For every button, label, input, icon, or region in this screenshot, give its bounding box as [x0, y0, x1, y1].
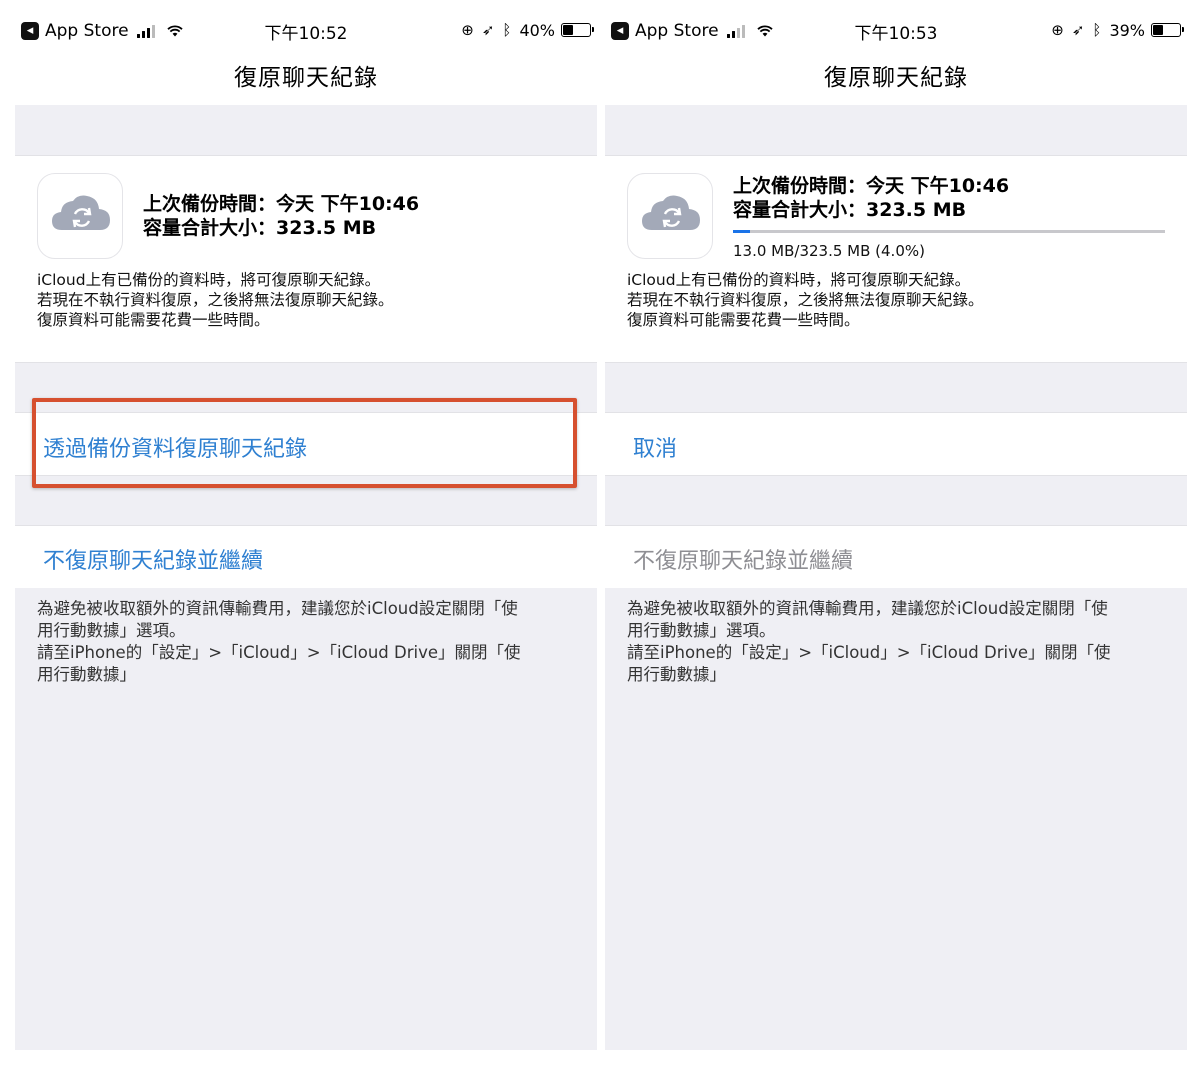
section-spacer: [605, 363, 1187, 412]
footer-line: 為避免被收取額外的資訊傳輸費用，建議您於iCloud設定關閉「使: [37, 599, 518, 618]
progress-fill: [733, 230, 751, 233]
status-right: ⊕ ➶ ᛒ 40%: [461, 19, 594, 41]
battery-icon: [1151, 23, 1184, 37]
divider: [605, 155, 1187, 156]
restore-screen-in-progress: ◂ App Store 下午10:53 ⊕ ➶ ᛒ 39% 復原聊天紀錄 上次備…: [605, 0, 1187, 1050]
restore-screen-before: ◂ App Store 下午10:52 ⊕ ➶ ᛒ 40% 復原聊天紀錄 上次備…: [15, 0, 597, 1050]
backup-info: 上次備份時間：今天 下午10:46 容量合計大小：323.5 MB: [733, 174, 1009, 222]
skip-restore-button-disabled: 不復原聊天紀錄並繼續: [633, 549, 854, 574]
battery-percent: 40%: [519, 20, 555, 40]
battery-icon: [561, 23, 594, 37]
description-line: 若現在不執行資料復原，之後將無法復原聊天紀錄。: [37, 291, 394, 309]
rotation-lock-icon: ⊕: [461, 21, 474, 39]
footer-note: 為避免被收取額外的資訊傳輸費用，建議您於iCloud設定關閉「使 用行動數據」選…: [627, 598, 1172, 686]
footer-line: 請至iPhone的「設定」>「iCloud」>「iCloud Drive」關閉「…: [627, 643, 1111, 662]
cancel-restore-button[interactable]: 取消: [633, 431, 677, 463]
footer-line: 用行動數據」: [627, 665, 726, 684]
divider: [15, 525, 597, 526]
description-line: 復原資料可能需要花費一些時間。: [627, 311, 860, 329]
last-backup-time: 上次備份時間：今天 下午10:46: [143, 193, 420, 215]
page-title: 復原聊天紀錄: [824, 65, 968, 91]
icloud-sync-icon: [37, 173, 123, 259]
location-arrow-icon: ➶: [1071, 21, 1085, 39]
status-bar: ◂ App Store 下午10:53 ⊕ ➶ ᛒ 39%: [605, 0, 1187, 52]
description-line: iCloud上有已備份的資料時，將可復原聊天紀錄。: [37, 271, 381, 289]
restore-progress-bar: [733, 230, 1165, 233]
status-bar: ◂ App Store 下午10:52 ⊕ ➶ ᛒ 40%: [15, 0, 597, 52]
bluetooth-icon: ᛒ: [1092, 21, 1102, 39]
highlight-annotation: [32, 398, 577, 488]
last-backup-time: 上次備份時間：今天 下午10:46: [733, 175, 1010, 197]
backup-total-size: 容量合計大小：323.5 MB: [733, 199, 967, 221]
bluetooth-icon: ᛒ: [502, 21, 512, 39]
section-spacer: [605, 105, 1187, 155]
description-line: iCloud上有已備份的資料時，將可復原聊天紀錄。: [627, 271, 971, 289]
restore-description: iCloud上有已備份的資料時，將可復原聊天紀錄。 若現在不執行資料復原，之後將…: [627, 270, 984, 330]
rotation-lock-icon: ⊕: [1051, 21, 1064, 39]
restore-progress-label: 13.0 MB/323.5 MB (4.0%): [733, 242, 925, 260]
icloud-sync-icon: [627, 173, 713, 259]
restore-description: iCloud上有已備份的資料時，將可復原聊天紀錄。 若現在不執行資料復原，之後將…: [37, 270, 394, 330]
footer-line: 為避免被收取額外的資訊傳輸費用，建議您於iCloud設定關閉「使: [627, 599, 1108, 618]
footer-line: 請至iPhone的「設定」>「iCloud」>「iCloud Drive」關閉「…: [37, 643, 521, 662]
status-right: ⊕ ➶ ᛒ 39%: [1051, 19, 1184, 41]
section-spacer: [15, 105, 597, 155]
backup-total-size: 容量合計大小：323.5 MB: [143, 217, 377, 239]
description-line: 復原資料可能需要花費一些時間。: [37, 311, 270, 329]
section-spacer: [605, 476, 1187, 525]
backup-info: 上次備份時間：今天 下午10:46 容量合計大小：323.5 MB: [143, 192, 419, 240]
battery-percent: 39%: [1109, 20, 1145, 40]
divider: [605, 525, 1187, 526]
page-title: 復原聊天紀錄: [234, 65, 378, 91]
skip-restore-button[interactable]: 不復原聊天紀錄並繼續: [43, 543, 263, 575]
footer-line: 用行動數據」選項。: [627, 621, 776, 640]
footer-line: 用行動數據」: [37, 665, 136, 684]
divider: [605, 412, 1187, 413]
divider: [15, 155, 597, 156]
footer-line: 用行動數據」選項。: [37, 621, 186, 640]
footer-note: 為避免被收取額外的資訊傳輸費用，建議您於iCloud設定關閉「使 用行動數據」選…: [37, 598, 582, 686]
description-line: 若現在不執行資料復原，之後將無法復原聊天紀錄。: [627, 291, 984, 309]
location-arrow-icon: ➶: [481, 21, 495, 39]
